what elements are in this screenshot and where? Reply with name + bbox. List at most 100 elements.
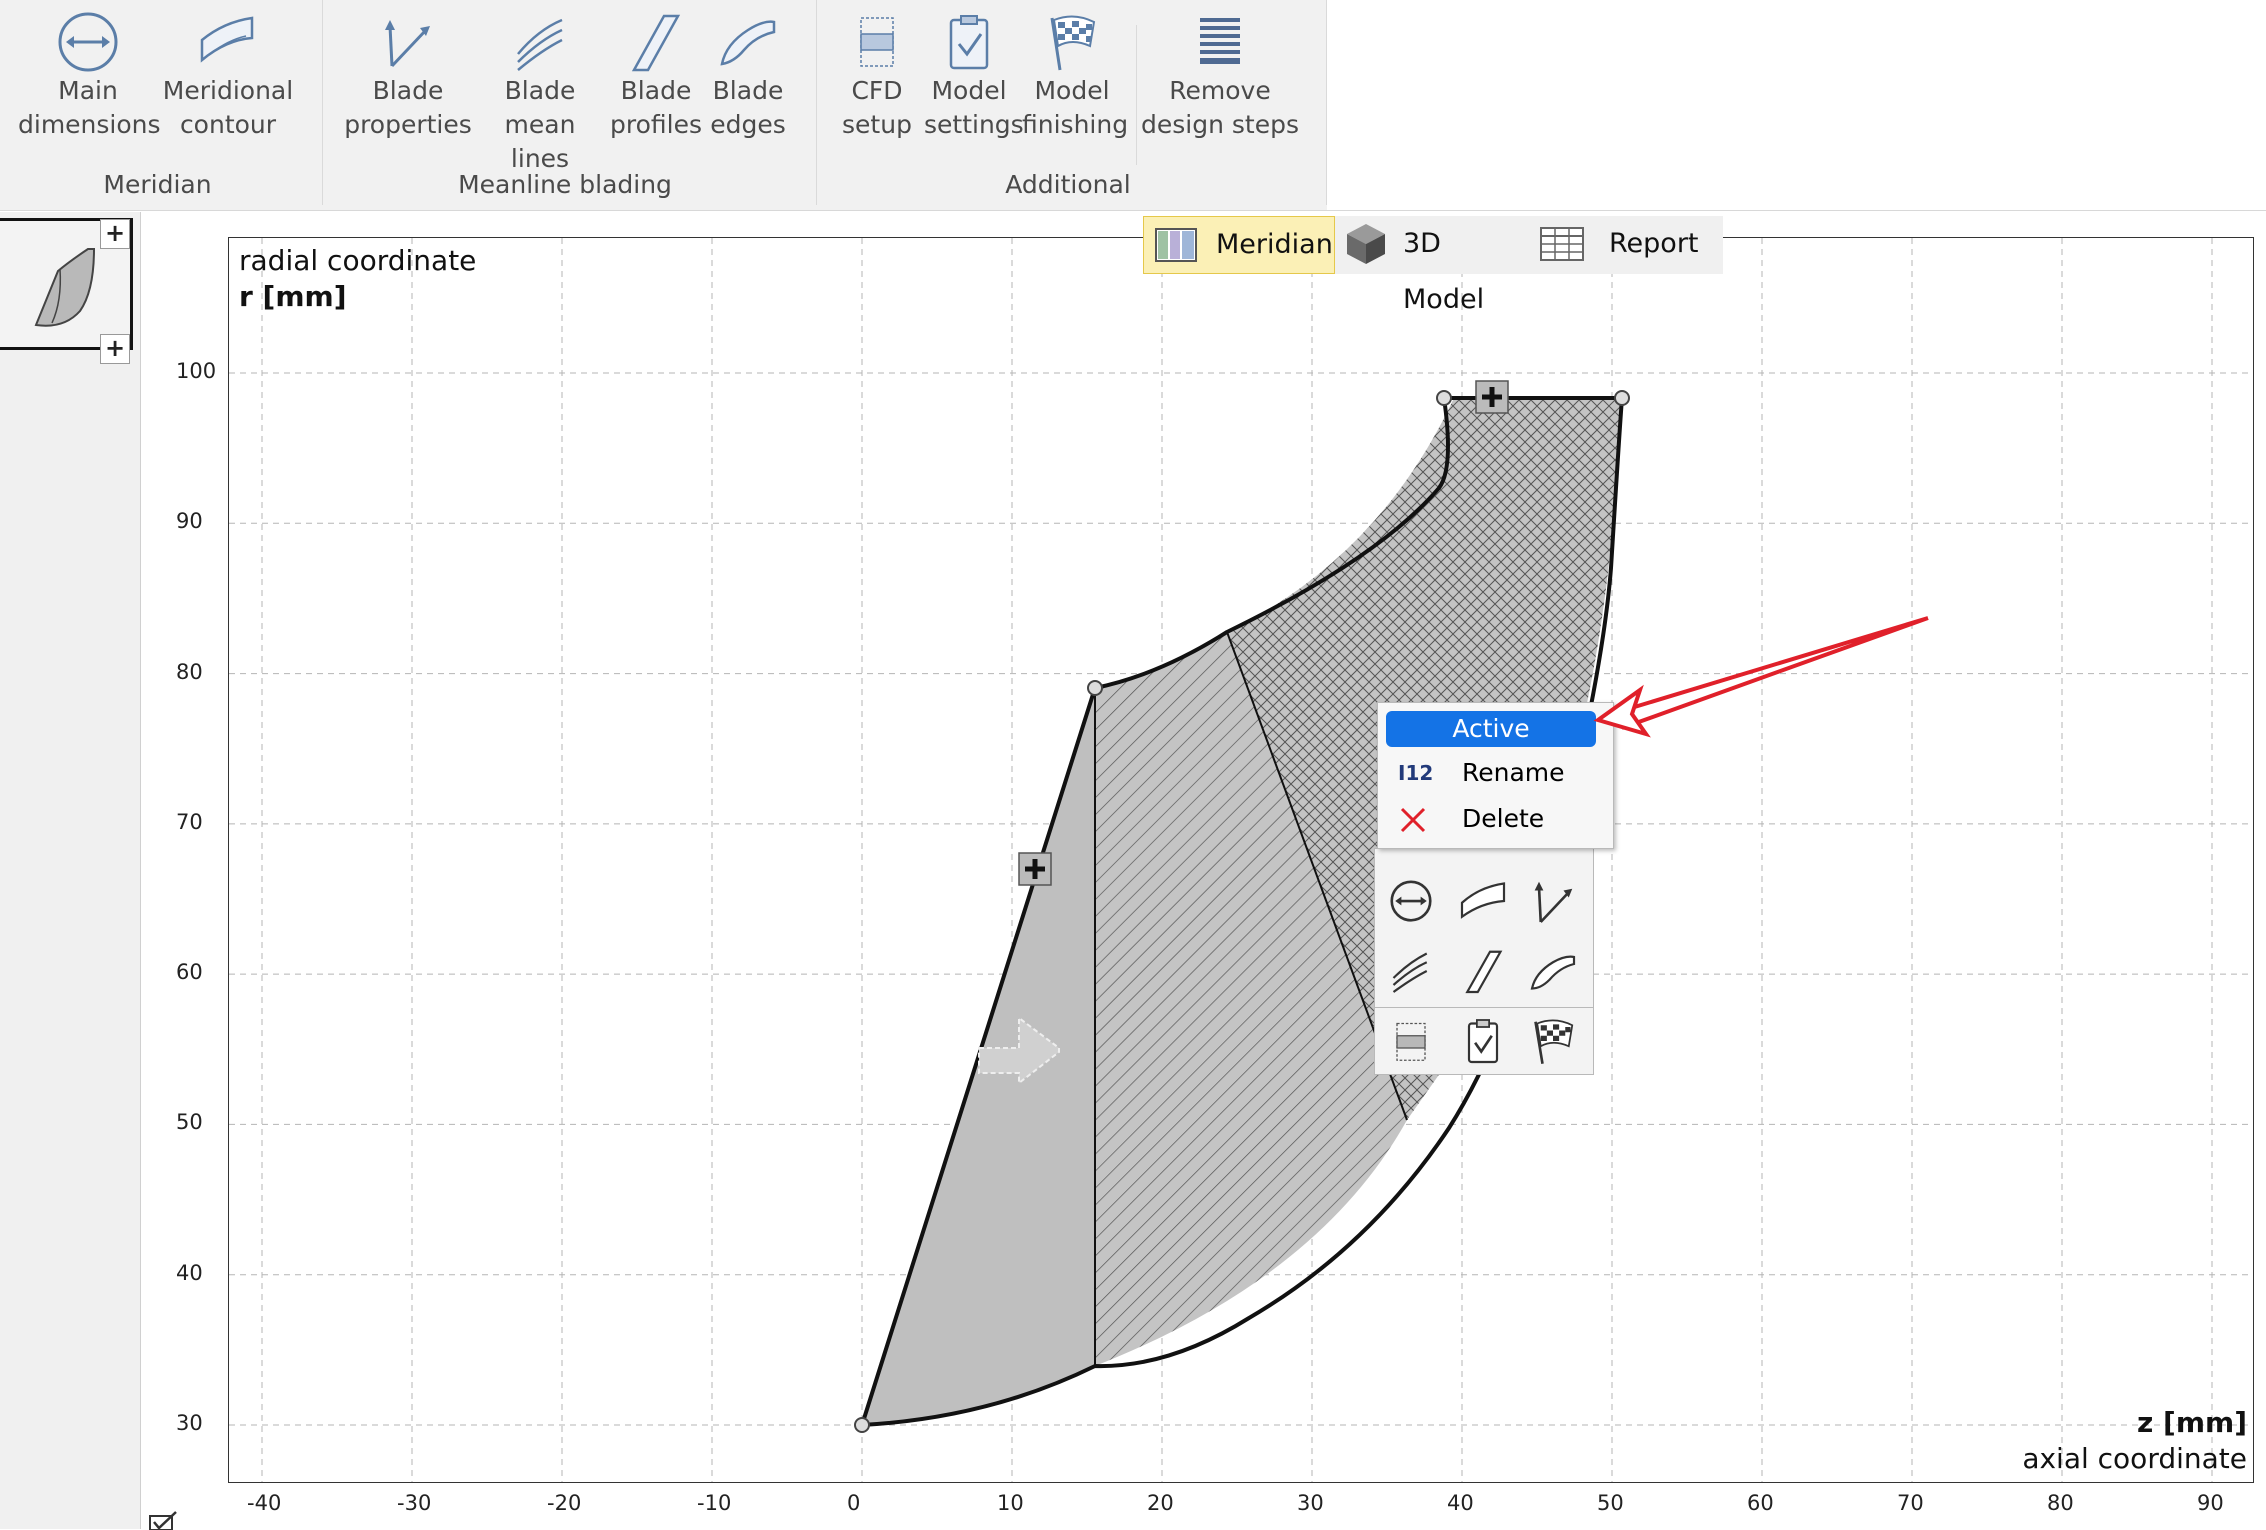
meridional-contour-icon — [1460, 882, 1506, 919]
y-axis-unit: r [mm] — [239, 280, 347, 313]
cfd-setup-icon — [1396, 1022, 1426, 1061]
button-label-line2: settings — [924, 110, 1024, 139]
contour-control-point — [854, 1417, 870, 1433]
y-tick-label: 80 — [176, 659, 203, 684]
model-settings-icon — [1467, 1019, 1499, 1064]
x-tick-label: 40 — [1447, 1491, 1474, 1515]
blade-properties-icon — [385, 20, 430, 68]
x-tick-label: 90 — [2197, 1491, 2224, 1515]
x-tick-label: -40 — [247, 1491, 282, 1515]
main-dimensions-icon — [1390, 880, 1432, 922]
quick-cfd-setup-button[interactable] — [1383, 1013, 1439, 1069]
model-settings-button[interactable]: Model settings — [924, 10, 1024, 142]
group-label-meridian: Meridian — [103, 170, 212, 199]
main-dimensions-icon — [58, 12, 118, 72]
tab-3d-model[interactable]: 3D Model — [1345, 216, 1525, 315]
model-finishing-button[interactable]: Model finishing — [1022, 10, 1129, 142]
blade-properties-button[interactable]: Blade properties — [343, 10, 473, 142]
y-tick-label: 90 — [176, 509, 203, 534]
blade-profiles-button[interactable]: Blade profiles — [606, 10, 706, 142]
blade-mean-lines-button[interactable]: Blade mean lines — [475, 10, 605, 176]
tab-meridian[interactable]: Meridian — [1143, 216, 1335, 274]
x-tick-label: 0 — [847, 1491, 861, 1515]
design-steps-panel — [0, 212, 141, 1529]
button-label-line1: Remove — [1169, 76, 1271, 105]
button-label-line1: Meridional — [162, 76, 294, 105]
blade-edges-button[interactable]: Blade edges — [700, 10, 796, 142]
x-tick-label: 50 — [1597, 1491, 1624, 1515]
x-tick-label: -20 — [547, 1491, 582, 1515]
table-icon — [1540, 227, 1584, 261]
group-separator — [1326, 0, 1327, 205]
blade-profiles-icon — [631, 14, 681, 72]
tab-label: Meridian — [1216, 229, 1333, 260]
add-step-before-button[interactable]: + — [100, 219, 130, 249]
contour-control-point — [1087, 680, 1103, 696]
status-check-icon — [149, 1511, 177, 1530]
remove-design-steps-button[interactable]: Remove design steps — [1140, 10, 1300, 142]
add-step-after-button[interactable]: + — [100, 334, 130, 364]
quick-blade-properties-button[interactable] — [1525, 873, 1581, 929]
y-tick-label: 70 — [176, 809, 203, 834]
button-label-line2: contour — [179, 110, 277, 139]
menu-item-label: Delete — [1462, 804, 1545, 833]
x-axis-unit: z [mm] — [2137, 1406, 2247, 1439]
button-label-line1: Model — [1034, 76, 1110, 105]
tab-report[interactable]: Report — [1539, 216, 1719, 272]
tab-label: Report — [1609, 228, 1699, 259]
group-separator — [322, 0, 323, 205]
x-tick-label: 60 — [1747, 1491, 1774, 1515]
x-tick-label: 30 — [1297, 1491, 1324, 1515]
button-label-line1: Blade — [620, 76, 692, 105]
button-label-line1: Model — [931, 76, 1007, 105]
meridian-view-icon — [1155, 228, 1197, 262]
meridian-chart-canvas[interactable] — [229, 238, 2253, 1482]
delete-x-icon — [1400, 807, 1426, 833]
menu-item-delete[interactable]: Delete — [1386, 801, 1601, 837]
quick-model-finishing-button[interactable] — [1525, 1013, 1581, 1069]
cfd-setup-icon — [860, 17, 894, 67]
context-menu: Active I12 Rename Delete — [1377, 702, 1614, 849]
view-tab-bar: Meridian 3D Model Report — [1143, 216, 1723, 315]
meridional-contour-button[interactable]: Meridional contour — [160, 10, 296, 142]
toolbar-separator — [1375, 1007, 1593, 1008]
menu-item-rename[interactable]: I12 Rename — [1386, 755, 1601, 791]
meridian-chart: radial coordinate r [mm] z [mm] axial co… — [228, 237, 2254, 1483]
button-label-line2: design steps — [1141, 110, 1299, 139]
add-point-handle[interactable] — [1018, 852, 1052, 886]
model-finishing-icon — [1534, 1019, 1574, 1064]
group-label-meanline-blading: Meanline blading — [458, 170, 672, 199]
add-point-handle[interactable] — [1475, 380, 1509, 414]
blade-mean-lines-icon — [517, 18, 563, 71]
tab-label: 3D Model — [1403, 228, 1485, 315]
quick-main-dimensions-button[interactable] — [1383, 873, 1439, 929]
button-label-line2: mean lines — [504, 110, 576, 173]
button-label-line1: Blade — [372, 76, 444, 105]
quick-blade-profiles-button[interactable] — [1455, 943, 1511, 999]
button-label-line2: setup — [842, 110, 912, 139]
rename-icon: I12 — [1398, 761, 1434, 785]
quick-model-settings-button[interactable] — [1455, 1013, 1511, 1069]
quick-steps-toolbar — [1374, 848, 1594, 1075]
model-finishing-icon — [1050, 15, 1096, 71]
y-tick-label: 60 — [176, 960, 203, 985]
y-axis-title: radial coordinate — [239, 244, 477, 277]
ribbon-toolbar: Main dimensions Meridional contour Merid… — [0, 0, 2266, 211]
x-axis-title: axial coordinate — [2022, 1442, 2247, 1475]
menu-item-active[interactable]: Active — [1386, 711, 1596, 747]
quick-blade-mean-lines-button[interactable] — [1383, 943, 1439, 999]
button-label-line2: edges — [710, 110, 786, 139]
x-tick-label: -10 — [697, 1491, 732, 1515]
blade-edges-icon — [720, 20, 776, 66]
quick-meridional-contour-button[interactable] — [1455, 873, 1511, 929]
button-label-line2: properties — [344, 110, 472, 139]
cube-icon — [1347, 224, 1385, 264]
rename-icon-text: 12 — [1405, 761, 1434, 785]
meridional-contour-icon — [200, 16, 254, 63]
remove-design-steps-icon — [1200, 18, 1240, 64]
main-dimensions-button[interactable]: Main dimensions — [18, 10, 161, 142]
quick-blade-edges-button[interactable] — [1525, 943, 1581, 999]
y-tick-label: 40 — [176, 1260, 203, 1285]
cfd-setup-button[interactable]: CFD setup — [832, 10, 922, 142]
button-label-line2: finishing — [1022, 110, 1129, 139]
